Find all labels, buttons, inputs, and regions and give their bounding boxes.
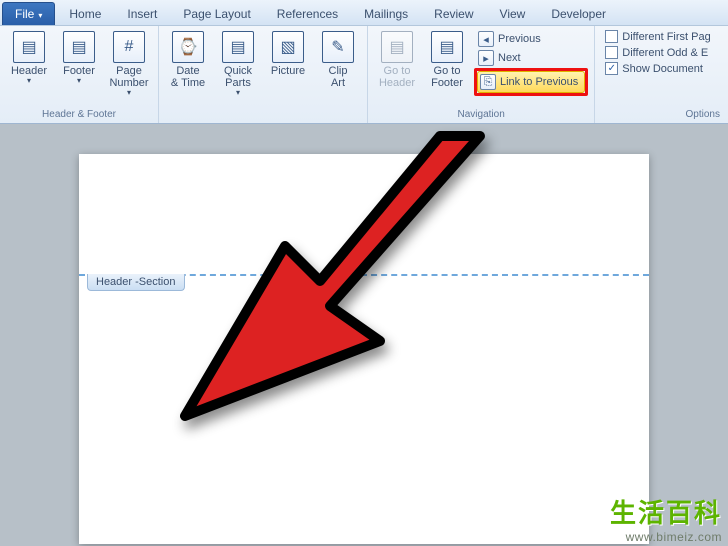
header-icon: ▤ bbox=[13, 31, 45, 63]
group-options: Different First Pag Different Odd & E ✓ … bbox=[595, 26, 728, 123]
checkbox-icon bbox=[605, 46, 618, 59]
previous-button[interactable]: ◂ Previous bbox=[474, 30, 588, 48]
group-header-footer-label: Header & Footer bbox=[4, 107, 154, 123]
link-to-previous-label: Link to Previous bbox=[500, 76, 578, 88]
clip-art-icon: ✎ bbox=[322, 31, 354, 63]
group-insert: ⌚ Date & Time ▤ Quick Parts ▧ Picture ✎ … bbox=[159, 26, 368, 123]
clip-art-label: Clip Art bbox=[329, 65, 348, 89]
picture-label: Picture bbox=[271, 65, 305, 77]
checkbox-icon bbox=[605, 30, 618, 43]
goto-footer-button[interactable]: ▤ Go to Footer bbox=[422, 28, 472, 98]
picture-button[interactable]: ▧ Picture bbox=[263, 28, 313, 98]
previous-icon: ◂ bbox=[478, 31, 494, 47]
page-number-button[interactable]: # Page Number bbox=[104, 28, 154, 98]
watermark: 生活百科 www.bimeiz.com bbox=[610, 493, 722, 544]
page-number-label: Page Number bbox=[109, 65, 148, 89]
link-to-previous-highlight: ⎘ Link to Previous bbox=[474, 68, 588, 96]
tab-references[interactable]: References bbox=[265, 3, 350, 25]
quick-parts-label: Quick Parts bbox=[224, 65, 252, 89]
tab-home[interactable]: Home bbox=[57, 3, 113, 25]
watermark-title: 生活百科 bbox=[610, 493, 722, 530]
group-header-footer: ▤ Header ▤ Footer # Page Number Header &… bbox=[0, 26, 159, 123]
tab-developer[interactable]: Developer bbox=[539, 3, 618, 25]
link-to-previous-icon: ⎘ bbox=[480, 74, 496, 90]
goto-header-icon: ▤ bbox=[381, 31, 413, 63]
link-to-previous-button[interactable]: ⎘ Link to Previous bbox=[477, 71, 585, 93]
tab-file[interactable]: File▾ bbox=[2, 2, 55, 25]
quick-parts-icon: ▤ bbox=[222, 31, 254, 63]
next-label: Next bbox=[498, 52, 521, 64]
header-label: Header bbox=[11, 65, 47, 77]
group-navigation: ▤ Go to Header ▤ Go to Footer ◂ Previous… bbox=[368, 26, 595, 123]
page-number-icon: # bbox=[113, 31, 145, 63]
show-document-text-label: Show Document bbox=[622, 63, 703, 75]
footer-label: Footer bbox=[63, 65, 95, 77]
header-button[interactable]: ▤ Header bbox=[4, 28, 54, 98]
group-navigation-label: Navigation bbox=[372, 107, 590, 123]
different-first-page-checkbox[interactable]: Different First Pag bbox=[601, 29, 714, 44]
goto-header-label: Go to Header bbox=[379, 65, 415, 89]
watermark-url: www.bimeiz.com bbox=[610, 530, 722, 544]
group-options-label: Options bbox=[599, 107, 724, 123]
document-workspace: Header -Section 生活百科 www.bimeiz.com bbox=[0, 124, 728, 546]
ribbon-tabstrip: File▾ Home Insert Page Layout References… bbox=[0, 0, 728, 26]
date-time-label: Date & Time bbox=[171, 65, 205, 89]
clip-art-button[interactable]: ✎ Clip Art bbox=[313, 28, 363, 98]
ribbon: ▤ Header ▤ Footer # Page Number Header &… bbox=[0, 26, 728, 124]
date-time-button[interactable]: ⌚ Date & Time bbox=[163, 28, 213, 98]
goto-header-button[interactable]: ▤ Go to Header bbox=[372, 28, 422, 98]
header-section-tab: Header -Section bbox=[87, 274, 185, 291]
goto-footer-icon: ▤ bbox=[431, 31, 463, 63]
next-button[interactable]: ▸ Next bbox=[474, 49, 588, 67]
quick-parts-button[interactable]: ▤ Quick Parts bbox=[213, 28, 263, 98]
group-insert-label bbox=[163, 107, 363, 123]
picture-icon: ▧ bbox=[272, 31, 304, 63]
next-icon: ▸ bbox=[478, 50, 494, 66]
different-first-page-label: Different First Pag bbox=[622, 31, 710, 43]
goto-footer-label: Go to Footer bbox=[431, 65, 463, 89]
tab-insert[interactable]: Insert bbox=[115, 3, 169, 25]
checkbox-checked-icon: ✓ bbox=[605, 62, 618, 75]
footer-icon: ▤ bbox=[63, 31, 95, 63]
tab-mailings[interactable]: Mailings bbox=[352, 3, 420, 25]
show-document-text-checkbox[interactable]: ✓ Show Document bbox=[601, 61, 714, 76]
date-time-icon: ⌚ bbox=[172, 31, 204, 63]
document-page[interactable]: Header -Section bbox=[79, 154, 649, 544]
different-odd-even-checkbox[interactable]: Different Odd & E bbox=[601, 45, 714, 60]
previous-label: Previous bbox=[498, 33, 541, 45]
different-odd-even-label: Different Odd & E bbox=[622, 47, 708, 59]
tab-page-layout[interactable]: Page Layout bbox=[171, 3, 262, 25]
footer-button[interactable]: ▤ Footer bbox=[54, 28, 104, 98]
tab-view[interactable]: View bbox=[488, 3, 538, 25]
tab-review[interactable]: Review bbox=[422, 3, 485, 25]
